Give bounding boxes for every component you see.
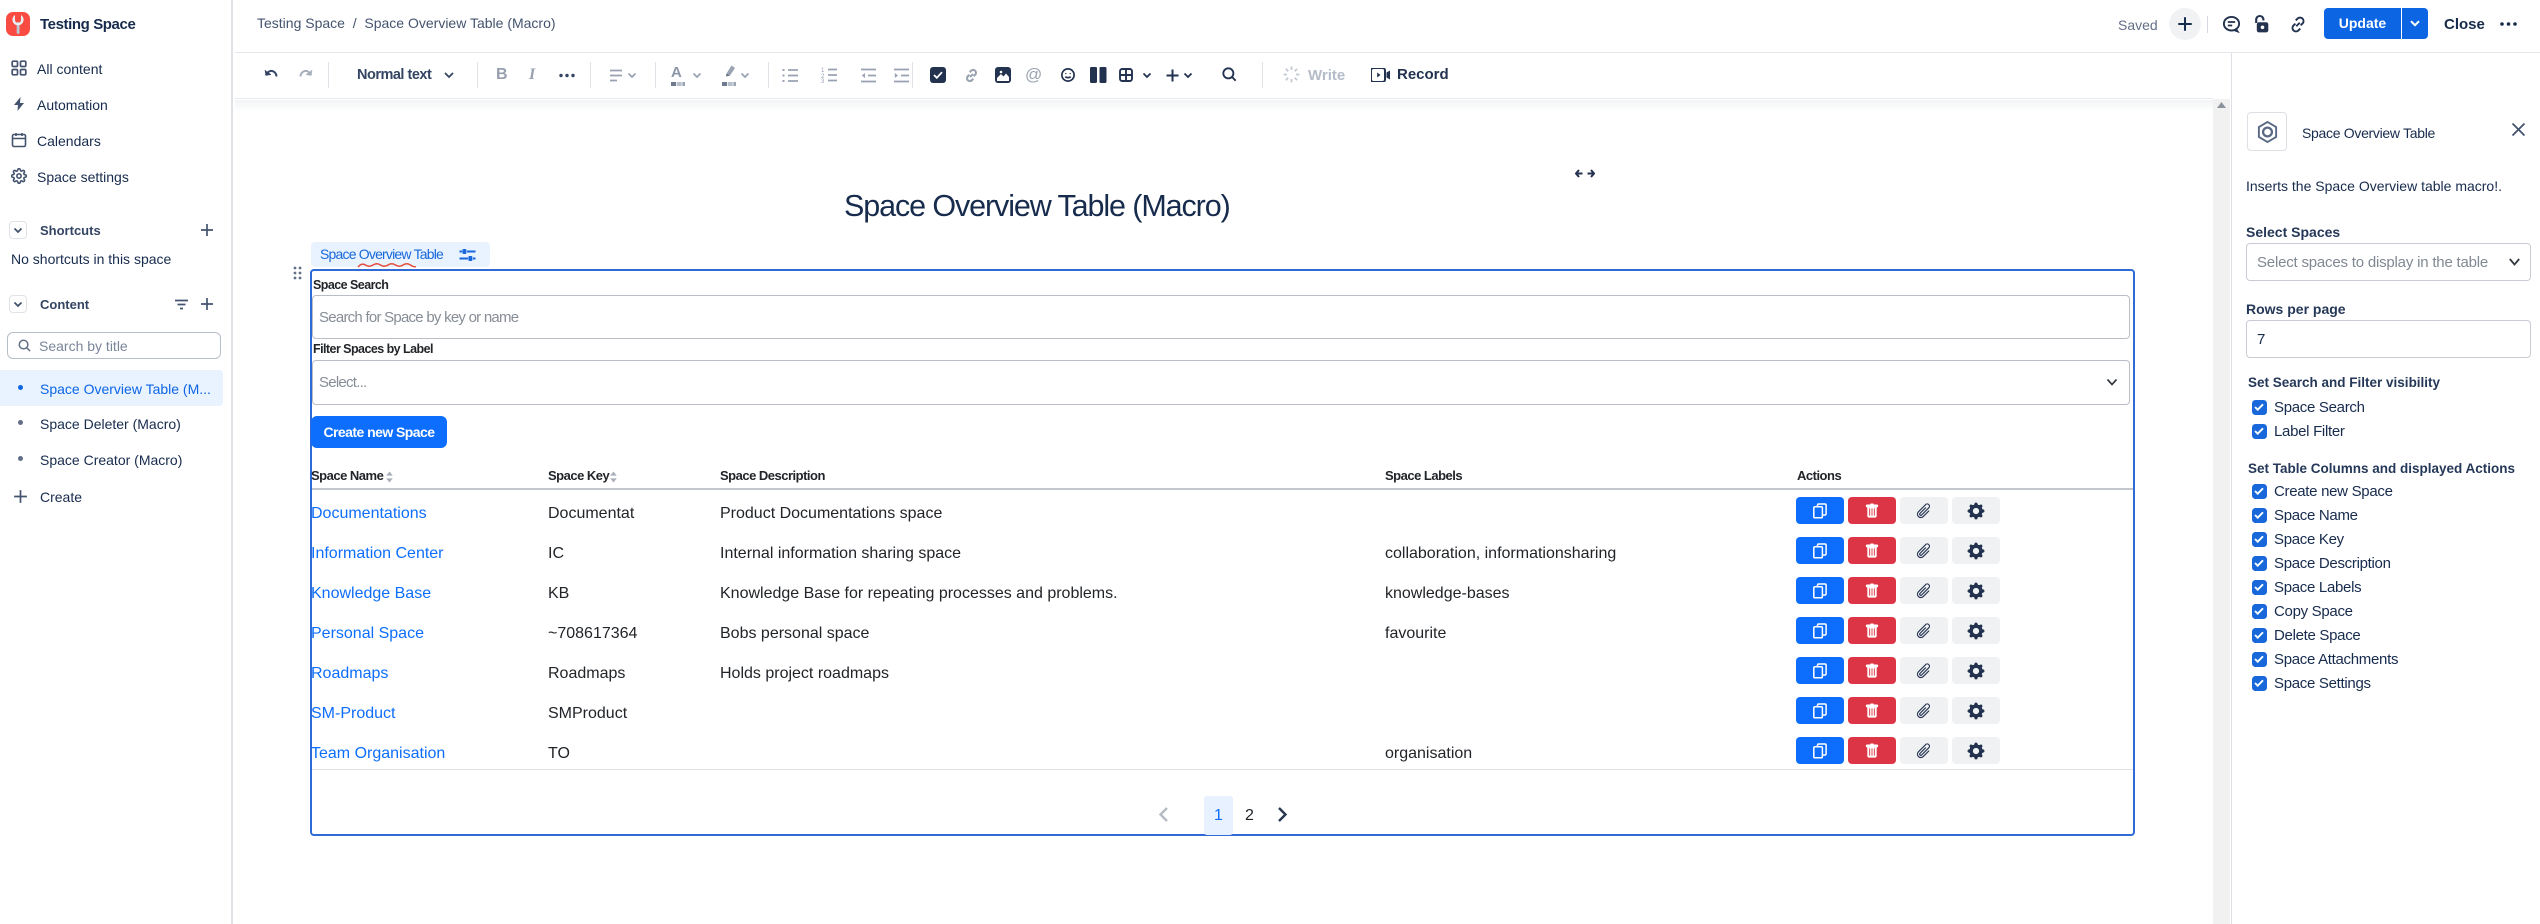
svg-text:3: 3 <box>821 79 825 83</box>
